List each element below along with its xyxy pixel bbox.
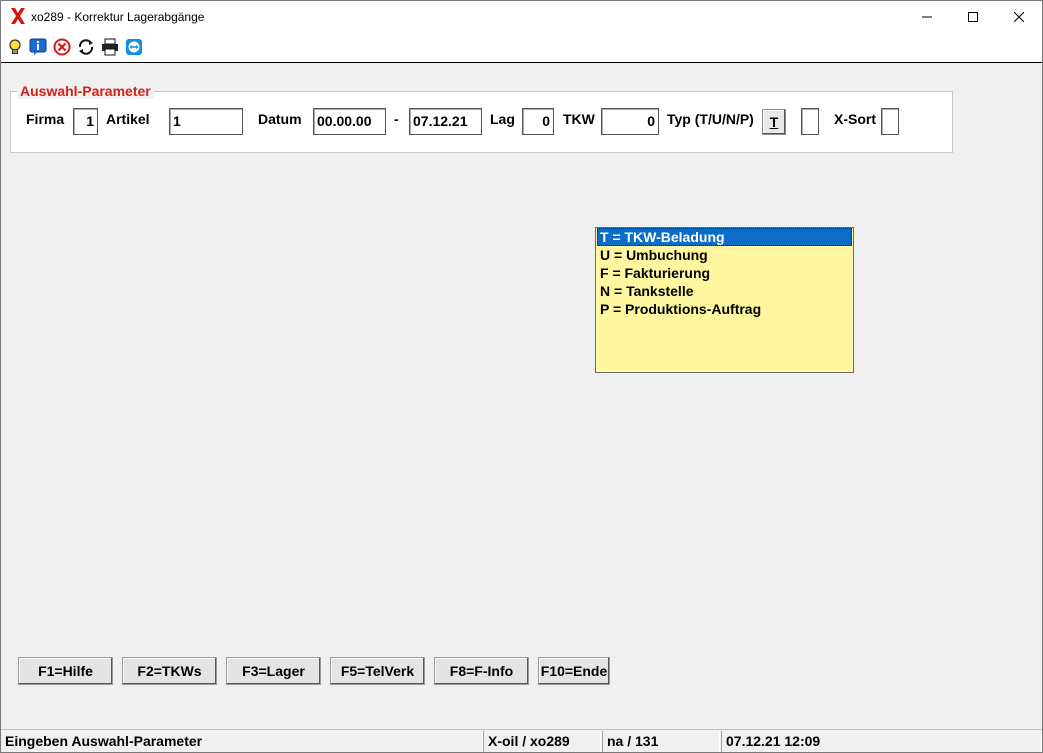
f2-tkws-button[interactable]: F2=TKWs bbox=[122, 657, 217, 685]
status-user: na / 131 bbox=[602, 731, 720, 752]
app-window: xo289 - Korrektur Lagerabgänge Auswahl-P… bbox=[0, 0, 1043, 753]
f3-lager-button[interactable]: F3=Lager bbox=[226, 657, 321, 685]
firma-label: Firma bbox=[26, 111, 65, 127]
list-item[interactable]: T = TKW-Beladung bbox=[597, 228, 852, 246]
datum-label: Datum bbox=[258, 111, 302, 127]
close-icon bbox=[1014, 11, 1024, 22]
toolbar bbox=[1, 32, 1042, 63]
print-icon[interactable] bbox=[101, 38, 119, 56]
cancel-icon[interactable] bbox=[53, 38, 71, 56]
close-button[interactable] bbox=[996, 1, 1042, 32]
maximize-icon bbox=[968, 11, 978, 22]
minimize-icon bbox=[922, 16, 932, 17]
x-logo-icon bbox=[11, 8, 25, 24]
tkw-input[interactable]: 0 bbox=[601, 108, 659, 135]
typ-button[interactable]: T bbox=[762, 109, 786, 135]
window-title: xo289 - Korrektur Lagerabgänge bbox=[31, 10, 205, 24]
status-bar: Eingeben Auswahl-Parameter X-oil / xo289… bbox=[1, 729, 1042, 752]
status-system: X-oil / xo289 bbox=[483, 731, 601, 752]
lightbulb-icon[interactable] bbox=[6, 38, 24, 56]
f8-finfo-button[interactable]: F8=F-Info bbox=[434, 657, 529, 685]
typ-listbox[interactable]: T = TKW-Beladung U = Umbuchung F = Faktu… bbox=[595, 227, 854, 373]
list-item[interactable]: F = Fakturierung bbox=[597, 264, 852, 282]
teamviewer-icon[interactable] bbox=[125, 38, 143, 56]
xsort-input[interactable] bbox=[881, 108, 899, 135]
datum-separator: - bbox=[394, 111, 399, 127]
minimize-button[interactable] bbox=[904, 1, 950, 32]
datum-to-input[interactable]: 07.12.21 bbox=[409, 108, 482, 135]
f10-ende-button[interactable]: F10=Ende bbox=[538, 657, 610, 685]
list-item[interactable]: P = Produktions-Auftrag bbox=[597, 300, 852, 318]
list-item[interactable]: N = Tankstelle bbox=[597, 282, 852, 300]
firma-input[interactable]: 1 bbox=[73, 108, 98, 135]
typ-label: Typ (T/U/N/P) bbox=[667, 111, 754, 127]
list-item[interactable]: U = Umbuchung bbox=[597, 246, 852, 264]
lag-label: Lag bbox=[490, 111, 515, 127]
lag-input[interactable]: 0 bbox=[522, 108, 554, 135]
tkw-label: TKW bbox=[563, 111, 595, 127]
info-icon[interactable] bbox=[29, 38, 47, 56]
typ-extra-input[interactable] bbox=[801, 108, 819, 135]
datum-from-input[interactable]: 00.00.00 bbox=[313, 108, 386, 135]
group-legend: Auswahl-Parameter bbox=[17, 83, 154, 99]
status-datetime: 07.12.21 12:09 bbox=[721, 731, 1042, 752]
refresh-icon[interactable] bbox=[77, 38, 95, 56]
artikel-label: Artikel bbox=[106, 111, 150, 127]
maximize-button[interactable] bbox=[950, 1, 996, 32]
f1-help-button[interactable]: F1=Hilfe bbox=[18, 657, 113, 685]
f5-telverk-button[interactable]: F5=TelVerk bbox=[330, 657, 425, 685]
artikel-input[interactable]: 1 bbox=[169, 108, 243, 135]
title-bar: xo289 - Korrektur Lagerabgänge bbox=[1, 1, 1042, 32]
xsort-label: X-Sort bbox=[834, 111, 876, 127]
status-message: Eingeben Auswahl-Parameter bbox=[1, 731, 483, 752]
